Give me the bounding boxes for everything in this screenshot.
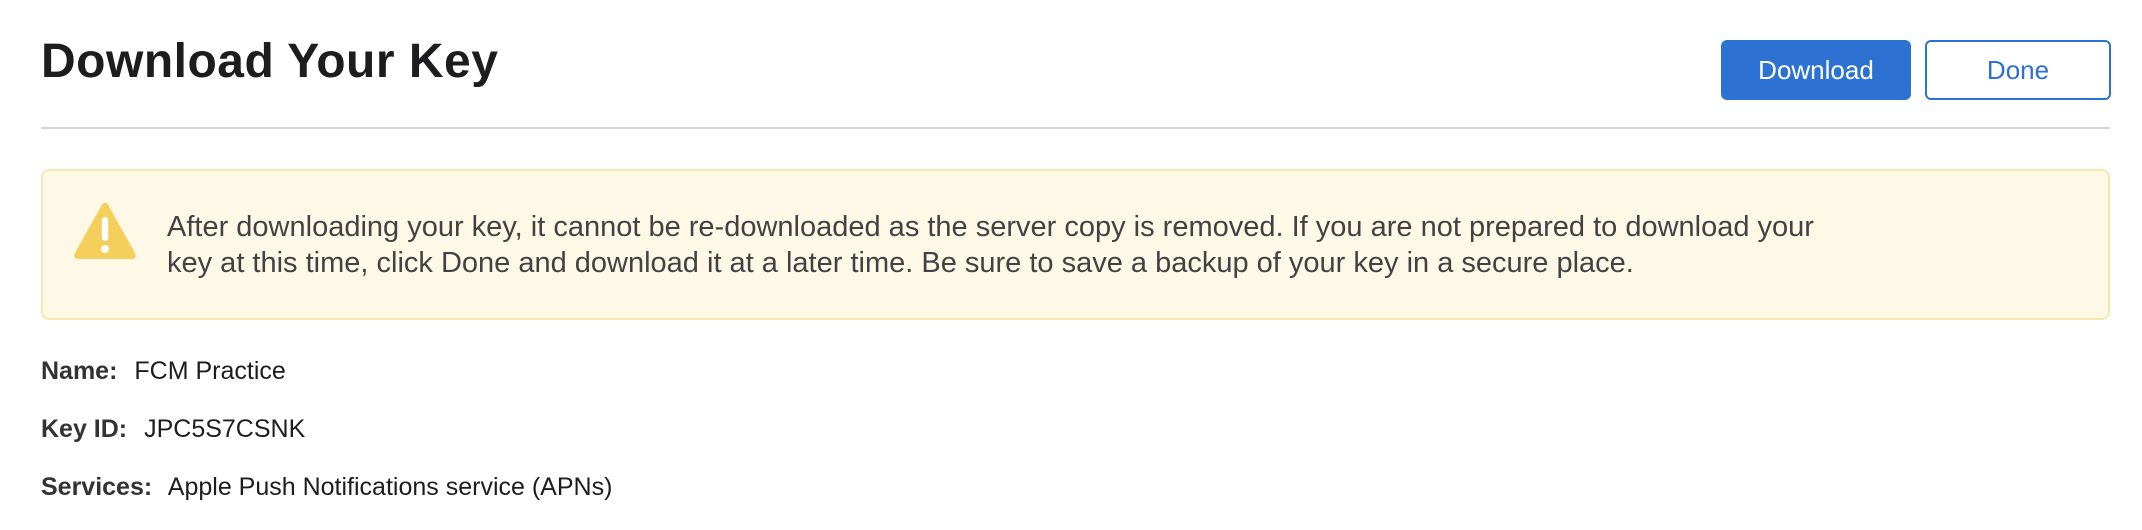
key-name-row: Name: FCM Practice: [41, 355, 286, 387]
services-value: Apple Push Notifications service (APNs): [167, 473, 613, 501]
key-id-label: Key ID:: [41, 415, 128, 443]
key-id-value: JPC5S7CSNK: [144, 415, 306, 443]
warning-alert: After downloading your key, it cannot be…: [41, 169, 2110, 320]
key-name-label: Name:: [41, 357, 118, 385]
services-label: Services:: [41, 473, 153, 501]
key-name-value: FCM Practice: [134, 357, 286, 385]
download-button[interactable]: Download: [1721, 40, 1911, 100]
warning-icon: [74, 202, 136, 259]
page-header: Download Your Key Download Done: [41, 0, 2111, 129]
services-row: Services: Apple Push Notifications servi…: [41, 471, 612, 503]
alert-message: After downloading your key, it cannot be…: [167, 211, 1814, 279]
key-id-row: Key ID: JPC5S7CSNK: [41, 413, 305, 445]
page-title: Download Your Key: [41, 35, 499, 88]
done-button[interactable]: Done: [1925, 40, 2111, 100]
